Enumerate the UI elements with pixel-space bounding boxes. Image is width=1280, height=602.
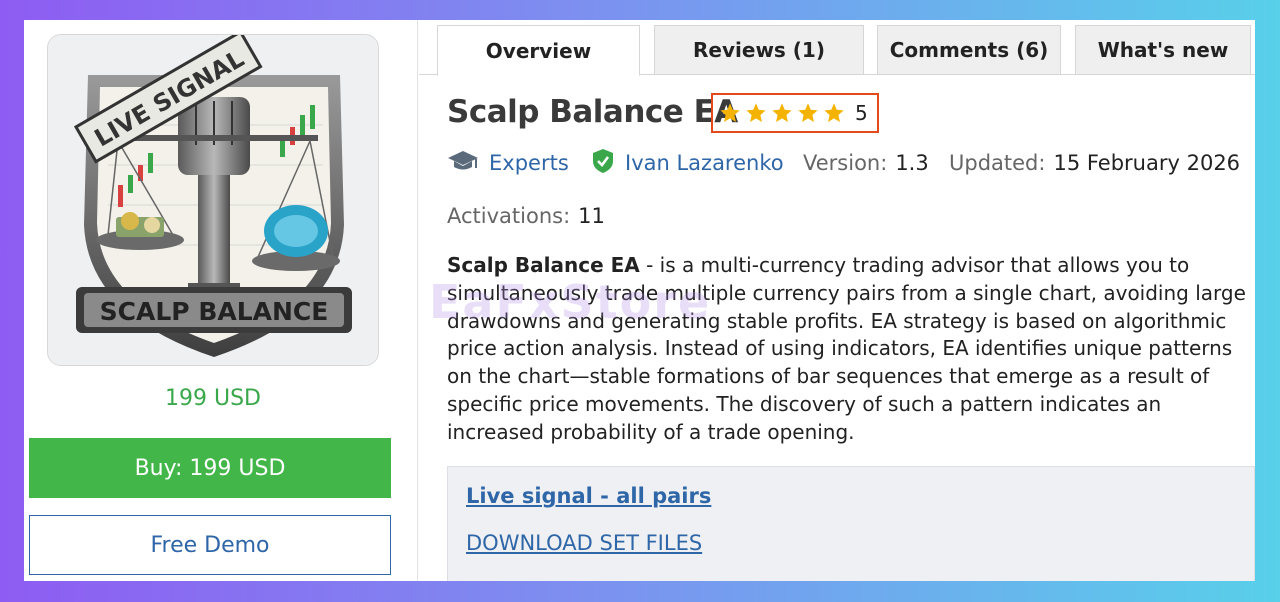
star-icon xyxy=(824,103,844,122)
free-demo-button[interactable]: Free Demo xyxy=(29,515,391,575)
activations-label: Activations: xyxy=(447,204,571,228)
product-image: LIVE SIGNAL SCALP BALANCE xyxy=(47,34,379,366)
rating-value: 5 xyxy=(855,101,868,125)
author-link[interactable]: Ivan Lazarenko xyxy=(591,148,784,178)
tab-reviews-label: Reviews (1) xyxy=(693,38,825,62)
buy-button[interactable]: Buy: 199 USD xyxy=(29,438,391,498)
tab-comments-label: Comments (6) xyxy=(889,38,1049,62)
category-link[interactable]: Experts xyxy=(447,148,569,178)
star-icon xyxy=(798,103,818,122)
tab-reviews[interactable]: Reviews (1) xyxy=(654,25,864,75)
tab-overview[interactable]: Overview xyxy=(437,25,640,76)
activations-info: Activations: 11 xyxy=(447,201,605,231)
verified-shield-icon xyxy=(591,148,615,179)
product-page: LIVE SIGNAL SCALP BALANCE 199 USD Buy: 1… xyxy=(24,20,1255,581)
author-name: Ivan Lazarenko xyxy=(625,151,784,175)
live-signal-link[interactable]: Live signal - all pairs xyxy=(466,484,711,508)
tab-overview-label: Overview xyxy=(485,38,592,63)
star-icon xyxy=(772,103,792,122)
star-icon xyxy=(720,103,740,122)
updated-label: Updated: xyxy=(949,151,1046,175)
rating-box[interactable]: 5 xyxy=(711,93,879,133)
category-label: Experts xyxy=(489,151,569,175)
graduation-cap-icon xyxy=(447,149,479,178)
star-icon xyxy=(746,103,766,122)
tab-whats-new-label: What's new xyxy=(1097,38,1229,62)
tab-whats-new[interactable]: What's new xyxy=(1075,25,1251,75)
version-value: 1.3 xyxy=(895,151,929,175)
product-sidebar: LIVE SIGNAL SCALP BALANCE 199 USD Buy: 1… xyxy=(24,20,418,581)
banner-text-scalp-balance: SCALP BALANCE xyxy=(100,297,329,326)
version-label: Version: xyxy=(803,151,888,175)
price-label: 199 USD xyxy=(165,386,261,411)
description-product-name: Scalp Balance EA xyxy=(447,253,640,277)
description-text: - is a multi-currency trading advisor th… xyxy=(447,253,1246,444)
updated-info: Updated: 15 February 2026 xyxy=(949,148,1240,178)
activations-value: 11 xyxy=(578,204,605,228)
updated-value: 15 February 2026 xyxy=(1053,151,1241,175)
rating-stars xyxy=(719,102,849,124)
product-title: Scalp Balance EA xyxy=(447,94,738,130)
links-panel: Live signal - all pairs DOWNLOAD SET FIL… xyxy=(447,466,1255,581)
version-info: Version: 1.3 xyxy=(803,148,929,178)
download-set-files-link[interactable]: DOWNLOAD SET FILES xyxy=(466,531,702,555)
product-description: Scalp Balance EA - is a multi-currency t… xyxy=(447,252,1247,447)
tab-comments[interactable]: Comments (6) xyxy=(877,25,1061,75)
